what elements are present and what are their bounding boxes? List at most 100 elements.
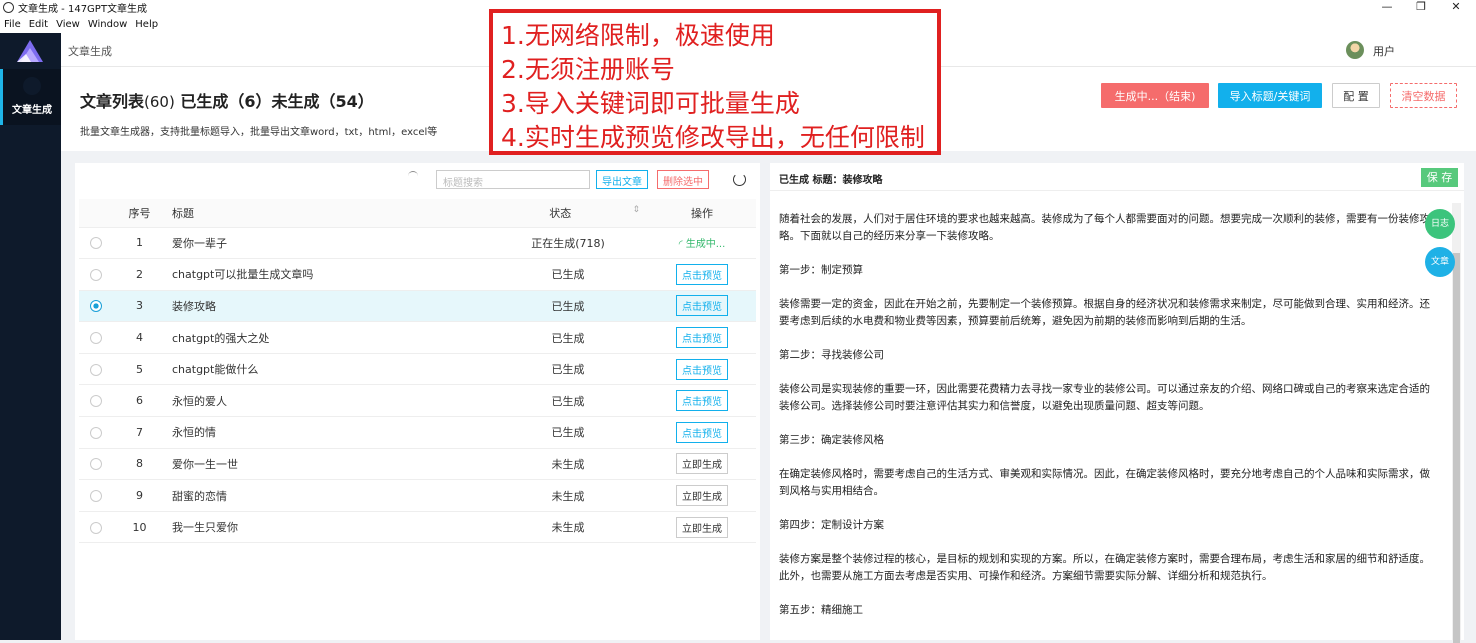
sort-icon[interactable]: ⇕ bbox=[632, 205, 640, 215]
article-list-panel: 标题搜索 导出文章 删除选中 序号 标题 状态 ⇕ 操作 1 爱你一辈子 正在生成… bbox=[75, 163, 760, 640]
row-title: chatgpt能做什么 bbox=[166, 353, 488, 386]
restore-icon[interactable]: ❐ bbox=[1406, 0, 1436, 15]
menu-file[interactable]: File bbox=[0, 19, 25, 30]
menu-view[interactable]: View bbox=[52, 19, 84, 30]
row-action: 点击预览 bbox=[648, 258, 756, 291]
generating-stop-button[interactable]: 生成中...（结束) bbox=[1101, 83, 1209, 108]
row-select[interactable] bbox=[79, 511, 113, 544]
table-row[interactable]: 10 我一生只爱你 未生成 立即生成 bbox=[79, 511, 756, 544]
row-radio[interactable] bbox=[90, 300, 102, 313]
avatar[interactable] bbox=[1346, 41, 1364, 59]
row-radio[interactable] bbox=[90, 237, 102, 250]
sidebar-item-article-generation[interactable]: 文章生成 bbox=[0, 69, 61, 125]
row-status: 已生成 bbox=[488, 258, 648, 291]
row-select[interactable] bbox=[79, 321, 113, 354]
col-status-label: 状态 bbox=[549, 206, 572, 220]
table-row[interactable]: 8 爱你一生一世 未生成 立即生成 bbox=[79, 448, 756, 481]
row-select[interactable] bbox=[79, 258, 113, 291]
search-input[interactable]: 标题搜索 bbox=[436, 170, 590, 189]
menu-window[interactable]: Window bbox=[84, 19, 131, 30]
table-row[interactable]: 7 永恒的情 已生成 点击预览 bbox=[79, 416, 756, 449]
scrollbar-thumb[interactable] bbox=[1453, 253, 1460, 643]
row-index: 10 bbox=[113, 511, 166, 544]
row-select[interactable] bbox=[79, 384, 113, 418]
row-title: chatgpt的强大之处 bbox=[166, 321, 488, 354]
save-button[interactable]: 保 存 bbox=[1421, 168, 1458, 187]
row-radio[interactable] bbox=[90, 332, 102, 345]
table-row[interactable]: 2 chatgpt可以批量生成文章吗 已生成 点击预览 bbox=[79, 258, 756, 291]
breadcrumb: 文章生成 bbox=[68, 45, 112, 58]
callout-line: 2.无须注册账号 bbox=[501, 55, 675, 84]
article-paragraph: 随着社会的发展，人们对于居住环境的要求也越来越高。装修成为了每个人都需要面对的问… bbox=[779, 213, 1430, 242]
preview-button[interactable]: 点击预览 bbox=[676, 421, 728, 443]
row-select[interactable] bbox=[79, 353, 113, 386]
row-index: 2 bbox=[113, 258, 166, 291]
user-name[interactable]: 用户 bbox=[1373, 43, 1395, 59]
row-status: 已生成 bbox=[488, 416, 648, 449]
close-icon[interactable]: ✕ bbox=[1441, 0, 1471, 15]
refresh-icon[interactable] bbox=[733, 173, 746, 186]
article-paragraph: 第二步：寻找装修公司 bbox=[779, 349, 884, 361]
row-select[interactable] bbox=[79, 227, 113, 260]
row-radio[interactable] bbox=[90, 268, 102, 281]
row-select[interactable] bbox=[79, 416, 113, 449]
export-articles-button[interactable]: 导出文章 bbox=[596, 170, 648, 189]
row-title: 爱你一生一世 bbox=[166, 448, 488, 481]
generate-now-button[interactable]: 立即生成 bbox=[676, 516, 728, 538]
row-index: 4 bbox=[113, 321, 166, 354]
row-radio[interactable] bbox=[90, 458, 102, 471]
row-title: 永恒的情 bbox=[166, 416, 488, 449]
title-list: 文章列表 bbox=[80, 92, 145, 111]
row-select[interactable] bbox=[79, 479, 113, 512]
row-status: 未生成 bbox=[488, 479, 648, 512]
import-titles-button[interactable]: 导入标题/关键词 bbox=[1218, 83, 1322, 108]
window-title: 文章生成 - 147GPT文章生成 bbox=[18, 4, 147, 15]
preview-button[interactable]: 点击预览 bbox=[676, 263, 728, 285]
col-status[interactable]: 状态 ⇕ bbox=[488, 199, 648, 228]
row-title: 我一生只爱你 bbox=[166, 511, 488, 544]
row-status: 未生成 bbox=[488, 448, 648, 481]
table-row[interactable]: 3 装修攻略 已生成 点击预览 bbox=[79, 290, 756, 323]
nav-icon bbox=[23, 77, 41, 95]
row-radio[interactable] bbox=[90, 395, 102, 408]
article-editor[interactable]: 随着社会的发展，人们对于居住环境的要求也越来越高。装修成为了每个人都需要面对的问… bbox=[779, 211, 1439, 636]
row-title: 甜蜜的恋情 bbox=[166, 479, 488, 512]
row-radio[interactable] bbox=[90, 490, 102, 503]
preview-button[interactable]: 点击预览 bbox=[676, 295, 728, 317]
preview-button[interactable]: 点击预览 bbox=[676, 327, 728, 349]
preview-button[interactable]: 点击预览 bbox=[676, 358, 728, 380]
row-index: 8 bbox=[113, 448, 166, 481]
preview-button[interactable]: 点击预览 bbox=[676, 390, 728, 412]
preview-panel: 已生成 标题：装修攻略 保 存 随着社会的发展，人们对于居住环境的要求也越来越高… bbox=[770, 163, 1464, 643]
log-button[interactable]: 日志 bbox=[1425, 209, 1455, 239]
col-title: 标题 bbox=[166, 199, 488, 228]
menu-help[interactable]: Help bbox=[131, 19, 162, 30]
row-radio[interactable] bbox=[90, 521, 102, 534]
clear-data-button[interactable]: 清空数据 bbox=[1390, 83, 1457, 108]
table-row[interactable]: 1 爱你一辈子 正在生成(718) ◜ 生成中... bbox=[79, 227, 756, 260]
row-status: 未生成 bbox=[488, 511, 648, 544]
generate-now-button[interactable]: 立即生成 bbox=[676, 453, 728, 475]
article-paragraph: 第一步：制定预算 bbox=[779, 264, 863, 276]
row-status: 已生成 bbox=[488, 290, 648, 323]
table-row[interactable]: 6 永恒的爱人 已生成 点击预览 bbox=[79, 384, 756, 418]
article-paragraph: 第三步：确定装修风格 bbox=[779, 434, 884, 446]
row-radio[interactable] bbox=[90, 426, 102, 439]
generate-now-button[interactable]: 立即生成 bbox=[676, 485, 728, 507]
article-button[interactable]: 文章 bbox=[1425, 247, 1455, 277]
config-button[interactable]: 配 置 bbox=[1332, 83, 1380, 108]
article-paragraph: 装修需要一定的资金，因此在开始之前，先要制定一个装修预算。根据自身的经济状况和装… bbox=[779, 298, 1430, 327]
table-row[interactable]: 4 chatgpt的强大之处 已生成 点击预览 bbox=[79, 321, 756, 354]
row-action: 点击预览 bbox=[648, 384, 756, 418]
minimize-icon[interactable]: — bbox=[1372, 0, 1402, 15]
row-action: ◜ 生成中... bbox=[648, 227, 756, 260]
logo-icon bbox=[17, 40, 43, 62]
page-subtitle: 批量文章生成器，支持批量标题导入，批量导出文章word，txt，html，exc… bbox=[80, 127, 438, 138]
row-select[interactable] bbox=[79, 290, 113, 323]
table-row[interactable]: 5 chatgpt能做什么 已生成 点击预览 bbox=[79, 353, 756, 386]
menu-edit[interactable]: Edit bbox=[25, 19, 52, 30]
delete-selected-button[interactable]: 删除选中 bbox=[657, 170, 709, 189]
table-row[interactable]: 9 甜蜜的恋情 未生成 立即生成 bbox=[79, 479, 756, 512]
row-select[interactable] bbox=[79, 448, 113, 481]
row-radio[interactable] bbox=[90, 363, 102, 376]
